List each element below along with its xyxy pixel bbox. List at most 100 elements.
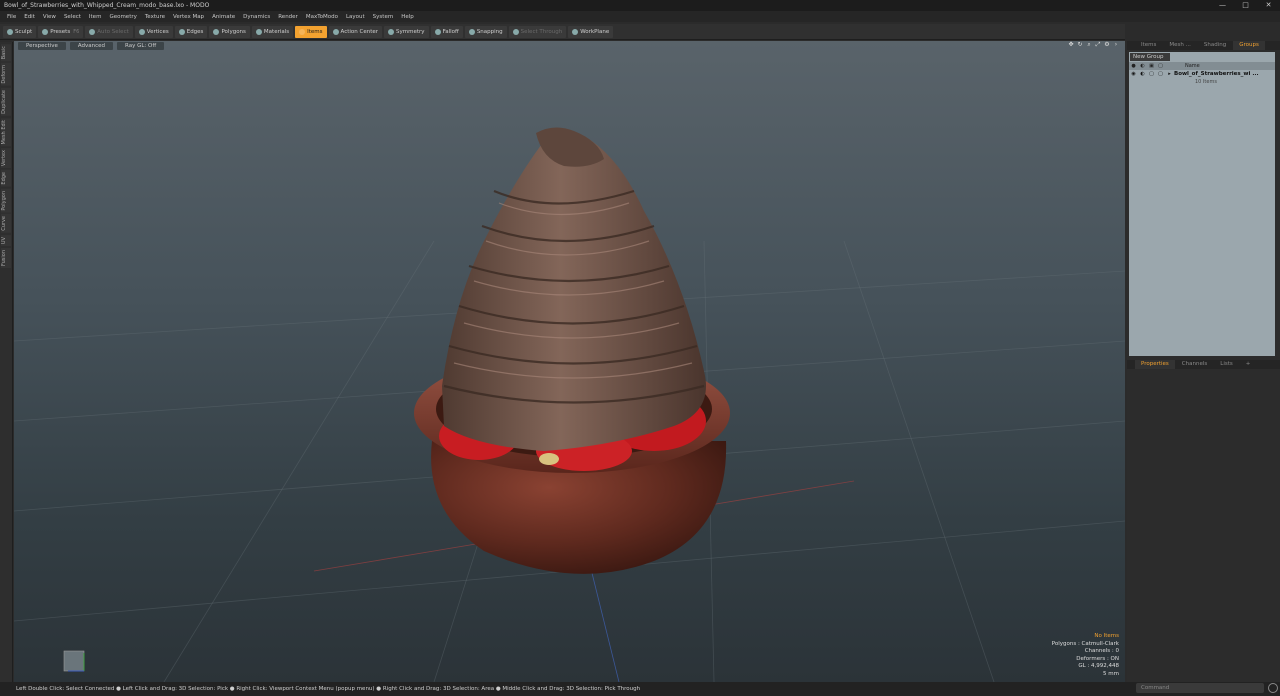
move-view-icon[interactable]: ✥	[1068, 42, 1074, 48]
tab-fusion[interactable]: Fusion	[1, 248, 11, 269]
lock-icon: ▣	[1149, 63, 1154, 69]
menu-item[interactable]: Item	[85, 14, 106, 20]
edges-button[interactable]: Edges	[174, 25, 208, 38]
command-input[interactable]: Command	[1136, 683, 1264, 693]
edges-icon	[178, 28, 185, 35]
symmetry-button[interactable]: Symmetry	[384, 25, 429, 38]
menu-render[interactable]: Render	[274, 14, 302, 20]
tab-polygon[interactable]: Polygon	[1, 188, 11, 213]
menu-texture[interactable]: Texture	[141, 14, 169, 20]
menu-view[interactable]: View	[39, 14, 60, 20]
expand-icon[interactable]: ▸	[1165, 71, 1174, 77]
render-toggle-icon[interactable]: ◐	[1138, 71, 1147, 77]
materials-button[interactable]: Materials	[251, 25, 294, 38]
command-history-icon[interactable]	[1268, 683, 1278, 693]
tab-properties[interactable]: Properties	[1135, 360, 1175, 369]
items-button[interactable]: Items	[295, 25, 327, 38]
menu-help[interactable]: Help	[397, 14, 418, 20]
tab-vertex[interactable]: Vertex	[1, 148, 11, 169]
tab-curve[interactable]: Curve	[1, 214, 11, 234]
scene-tabs: Items Mesh ... Shading Groups	[1127, 41, 1280, 50]
tab-items[interactable]: Items	[1135, 41, 1162, 50]
ray-gl-dropdown[interactable]: Ray GL: Off	[117, 42, 165, 50]
select-toggle-icon[interactable]: ▢	[1156, 71, 1165, 77]
view-mode-dropdown[interactable]: Perspective	[18, 42, 66, 50]
group-row[interactable]: ◉ ◐ ▢ ▢ ▸ Bowl_of_Strawberries_wi ...	[1129, 70, 1275, 78]
maximize-button[interactable]: □	[1234, 0, 1257, 11]
select-through-icon	[512, 28, 519, 35]
auto-select-button[interactable]: Auto Select	[85, 25, 133, 38]
rotate-view-icon[interactable]: ↻	[1077, 42, 1083, 48]
lock-toggle-icon[interactable]: ▢	[1147, 71, 1156, 77]
select-icon: ▢	[1158, 63, 1163, 69]
tab-uv[interactable]: UV	[1, 235, 11, 247]
property-tabs: Properties Channels Lists +	[1127, 360, 1280, 369]
gear-icon[interactable]: ⚙	[1104, 42, 1110, 48]
presets-icon	[42, 28, 49, 35]
menu-file[interactable]: File	[3, 14, 20, 20]
presets-button[interactable]: Presets F6	[38, 25, 84, 38]
select-through-button[interactable]: Select Through	[508, 25, 567, 38]
action-center-button[interactable]: Action Center	[328, 25, 383, 38]
menu-geometry[interactable]: Geometry	[105, 14, 140, 20]
snapping-button[interactable]: Snapping	[464, 25, 507, 38]
eye-icon[interactable]: ◉	[1129, 71, 1138, 77]
auto-select-icon	[89, 28, 96, 35]
polygons-icon	[213, 28, 220, 35]
add-tab-button[interactable]: +	[1240, 360, 1257, 369]
menu-vertex-map[interactable]: Vertex Map	[169, 14, 208, 20]
tab-shading[interactable]: Shading	[1198, 41, 1232, 50]
window-title: Bowl_of_Strawberries_with_Whipped_Cream_…	[4, 2, 210, 9]
chevron-right-icon[interactable]: ›	[1113, 42, 1119, 48]
tab-mesh[interactable]: Mesh ...	[1163, 41, 1196, 50]
minimize-button[interactable]: —	[1211, 0, 1234, 11]
tab-lists[interactable]: Lists	[1214, 360, 1238, 369]
menu-animate[interactable]: Animate	[208, 14, 239, 20]
shading-dropdown[interactable]: Advanced	[69, 42, 114, 50]
falloff-button[interactable]: Falloff	[430, 25, 463, 38]
right-panel: Items Mesh ... Shading Groups New Group …	[1127, 41, 1280, 682]
polygons-button[interactable]: Polygons	[209, 25, 250, 38]
status-hint: Left Double Click: Select Connected ● Le…	[16, 686, 641, 692]
menu-edit[interactable]: Edit	[20, 14, 39, 20]
fit-view-icon[interactable]: ⤢	[1095, 42, 1101, 48]
zoom-view-icon[interactable]: ⌕	[1086, 42, 1092, 48]
vertices-button[interactable]: Vertices	[134, 25, 173, 38]
menu-maxtomodo[interactable]: MaxToModo	[302, 14, 342, 20]
viewport-header: Perspective Advanced Ray GL: Off	[14, 41, 1125, 51]
menu-select[interactable]: Select	[60, 14, 85, 20]
sculpt-button[interactable]: Sculpt	[3, 25, 37, 38]
axis-gizmo	[63, 650, 85, 672]
tab-channels[interactable]: Channels	[1176, 360, 1213, 369]
name-column-header[interactable]: Name	[1185, 63, 1200, 69]
tab-basic[interactable]: Basic	[1, 44, 11, 62]
title-bar: Bowl_of_Strawberries_with_Whipped_Cream_…	[0, 0, 1280, 11]
viewport-nav-icons: ✥ ↻ ⌕ ⤢ ⚙ ›	[1068, 42, 1119, 48]
status-bar: Left Double Click: Select Connected ● Le…	[0, 682, 1280, 696]
group-count: 10 Items	[1195, 79, 1217, 85]
symmetry-icon	[388, 28, 395, 35]
menu-system[interactable]: System	[369, 14, 398, 20]
brush-icon	[7, 28, 13, 35]
3d-viewport[interactable]: Perspective Advanced Ray GL: Off ✥ ↻ ⌕ ⤢…	[14, 41, 1125, 682]
vertices-icon	[138, 28, 145, 35]
close-button[interactable]: ✕	[1257, 0, 1280, 11]
groups-list: New Group ● ◐ ▣ ▢ Name ◉ ◐ ▢ ▢ ▸ Bowl_of…	[1129, 52, 1275, 356]
group-name: Bowl_of_Strawberries_wi ...	[1174, 71, 1259, 77]
workplane-button[interactable]: WorkPlane	[568, 25, 614, 38]
tab-mesh-edit[interactable]: Mesh Edit	[1, 117, 11, 147]
deformers-stat: Deformers : ON	[1076, 655, 1119, 662]
new-group-button[interactable]: New Group	[1130, 53, 1170, 61]
groups-header: ● ◐ ▣ ▢ Name	[1129, 62, 1275, 70]
selection-status: No Items	[1094, 633, 1119, 639]
tab-groups[interactable]: Groups	[1233, 41, 1265, 50]
tab-edge[interactable]: Edge	[1, 170, 11, 187]
tool-tabs-strip: Basic Deform Duplicate Mesh Edit Vertex …	[0, 42, 13, 682]
tab-duplicate[interactable]: Duplicate	[1, 87, 11, 116]
tab-deform[interactable]: Deform	[1, 63, 11, 86]
channels-stat: Channels : 0	[1084, 648, 1119, 654]
menu-dynamics[interactable]: Dynamics	[239, 14, 274, 20]
materials-icon	[255, 28, 262, 35]
menu-layout[interactable]: Layout	[342, 14, 369, 20]
viewport-stats: No Items Polygons : Catmull-Clark Channe…	[1052, 633, 1119, 678]
